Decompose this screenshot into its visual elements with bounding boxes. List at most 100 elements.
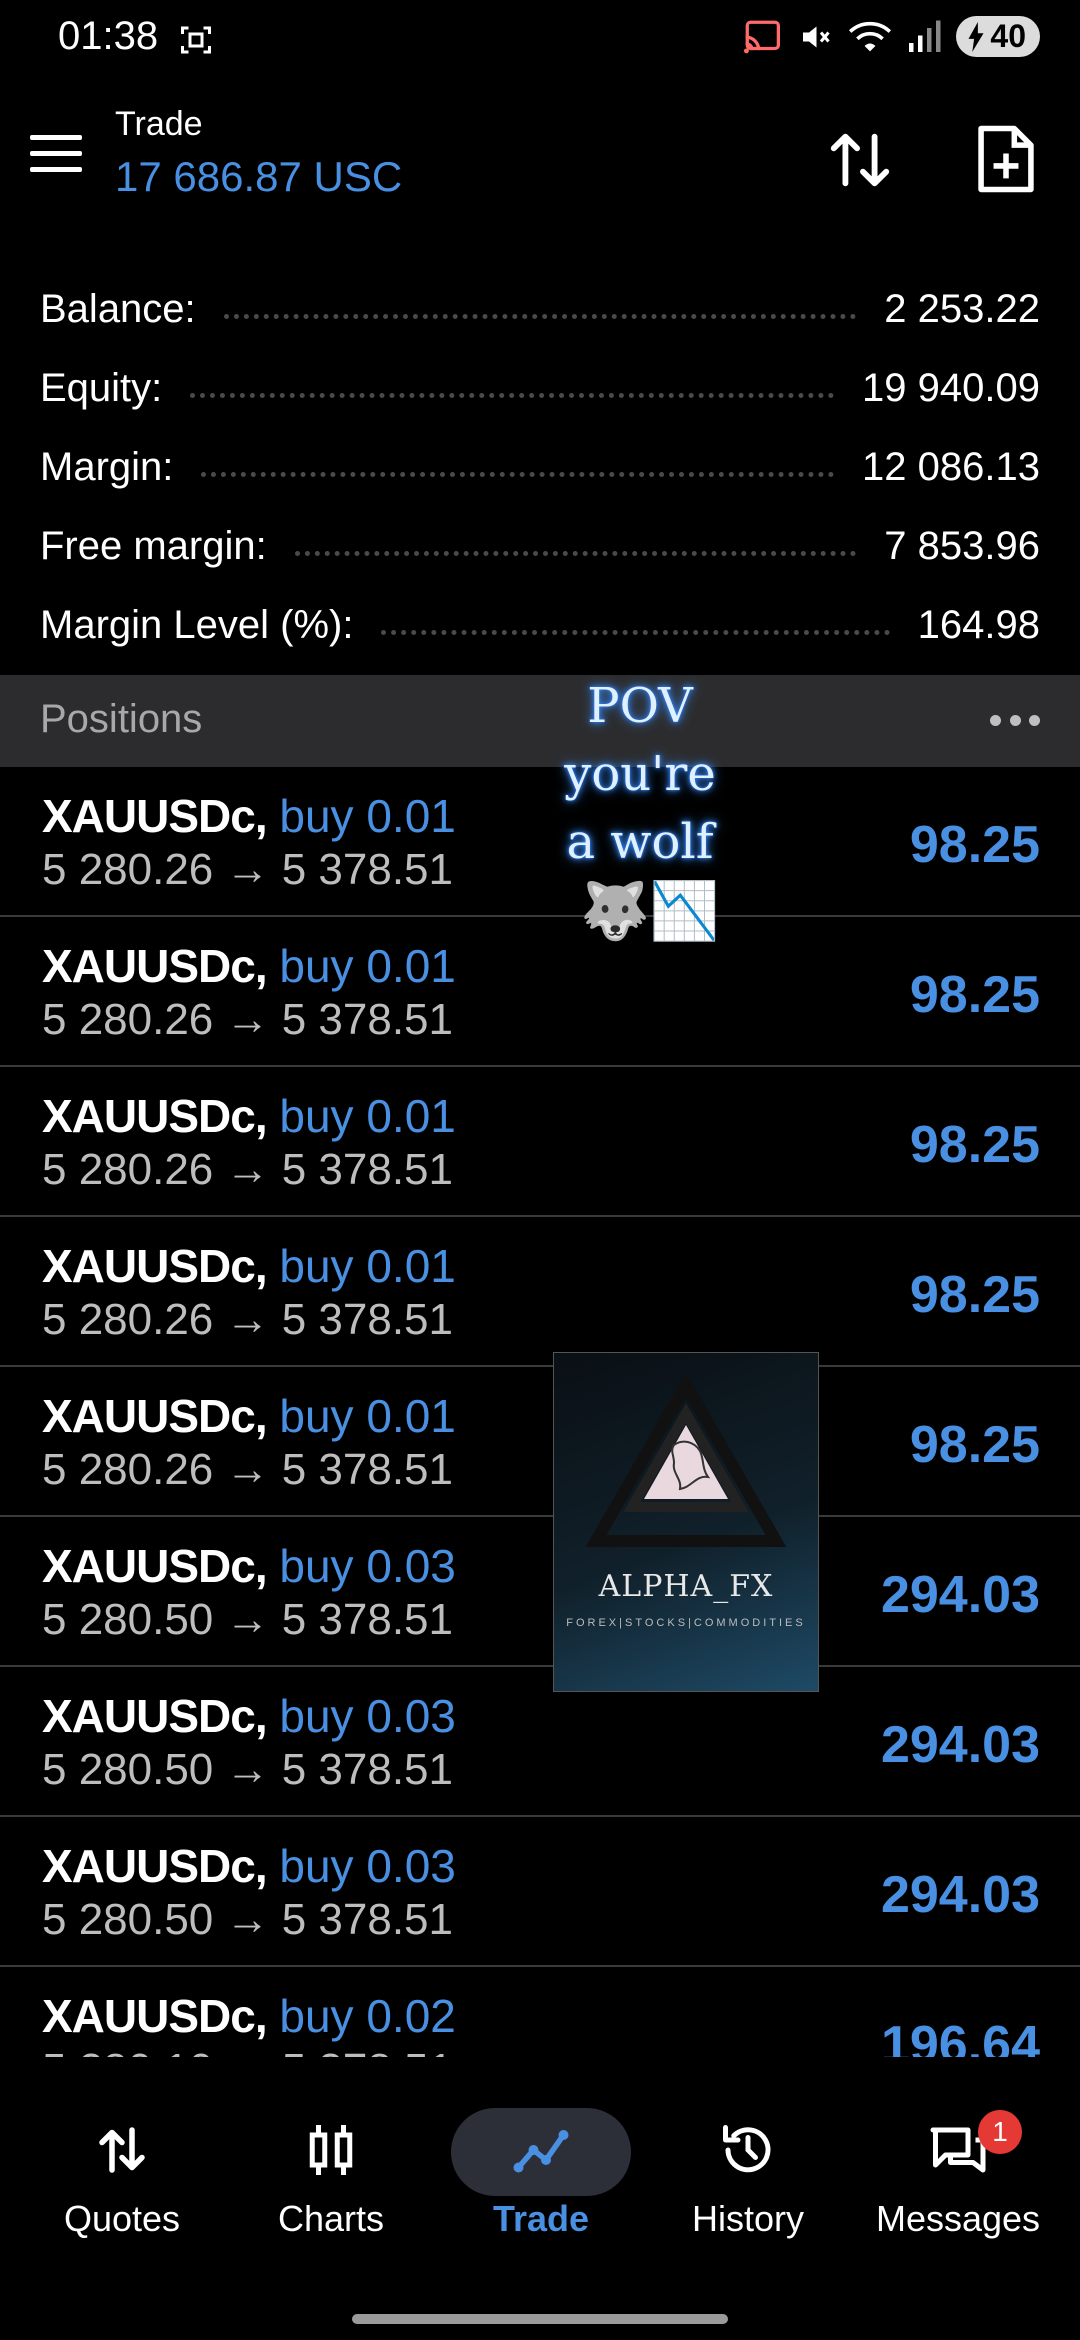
account-summary: Balance: 2 253.22 Equity: 19 940.09 Marg… xyxy=(0,270,1080,665)
position-profit: 98.25 xyxy=(909,966,1040,1024)
position-symbol: XAUUSDc, xyxy=(42,1990,268,2042)
nav-label: History xyxy=(691,2198,804,2239)
history-icon xyxy=(723,2125,771,2173)
nav-trade[interactable]: Trade xyxy=(441,2090,641,2280)
position-side: buy 0.03 xyxy=(279,1540,456,1592)
dot-leader xyxy=(201,471,835,477)
equity-label: Equity: xyxy=(40,366,163,410)
logo-tagline: FOREX|STOCKS|COMMODITIES xyxy=(566,1617,806,1629)
position-row[interactable]: XAUUSDc, buy 0.03 5 280.50 → 5 378.51 29… xyxy=(0,1517,1080,1667)
position-prices: 5 280.50 → 5 378.51 xyxy=(42,1895,453,1944)
position-profit: 98.25 xyxy=(909,1416,1040,1474)
margin-level-row: Margin Level (%): 164.98 xyxy=(0,586,1080,665)
dot-leader xyxy=(381,629,890,635)
wifi-icon xyxy=(849,21,892,51)
position-profit: 98.25 xyxy=(909,1116,1040,1174)
position-profit: 98.25 xyxy=(909,1266,1040,1324)
new-order-icon[interactable] xyxy=(975,123,1037,195)
position-prices: 5 280.26 → 5 378.51 xyxy=(42,1145,453,1194)
equity-row: Equity: 19 940.09 xyxy=(0,349,1080,428)
margin-level-value: 164.98 xyxy=(917,603,1040,647)
wolf-chart-emoji: 🐺📉 xyxy=(580,879,720,942)
nav-label: Charts xyxy=(277,2198,385,2239)
position-symbol: XAUUSDc, xyxy=(42,1240,268,1292)
caption-line: you're xyxy=(564,746,716,802)
app-header: Trade 17 686.87 USC xyxy=(0,95,1080,225)
caption-line: POV xyxy=(587,678,693,734)
cast-icon xyxy=(744,20,781,53)
position-prices: 5 280.26 → 5 378.51 xyxy=(42,995,453,1044)
charging-icon xyxy=(968,21,984,52)
dot-leader xyxy=(223,313,857,319)
position-side: buy 0.03 xyxy=(279,1840,456,1892)
equity-value: 19 940.09 xyxy=(862,366,1040,410)
position-side: buy 0.01 xyxy=(279,790,456,842)
position-row[interactable]: XAUUSDc, buy 0.03 5 280.50 → 5 378.51 29… xyxy=(0,1667,1080,1817)
position-prices: 5 280.50 → 5 378.51 xyxy=(42,1745,453,1794)
position-row[interactable]: XAUUSDc, buy 0.01 5 280.26 → 5 378.51 98… xyxy=(0,917,1080,1067)
margin-value: 12 086.13 xyxy=(862,445,1040,489)
account-equity: 17 686.87 USC xyxy=(115,153,403,200)
status-bar: 01:38 40 xyxy=(0,0,1080,80)
free-margin-row: Free margin: 7 853.96 xyxy=(0,507,1080,586)
position-side: buy 0.01 xyxy=(279,940,456,992)
menu-icon[interactable] xyxy=(30,135,82,175)
position-profit: 294.03 xyxy=(880,1866,1040,1924)
unread-badge: 1 xyxy=(978,2110,1022,2154)
battery-indicator: 40 xyxy=(956,16,1040,57)
nav-label: Messages xyxy=(875,2198,1041,2239)
charts-icon xyxy=(309,2125,353,2175)
position-row[interactable]: XAUUSDc, buy 0.01 5 280.26 → 5 378.51 98… xyxy=(0,1217,1080,1367)
signal-icon xyxy=(909,20,941,52)
free-margin-value: 7 853.96 xyxy=(884,524,1040,568)
nav-label: Quotes xyxy=(63,2198,181,2239)
position-side: buy 0.01 xyxy=(279,1090,456,1142)
trade-icon xyxy=(513,2130,569,2173)
dot-leader xyxy=(190,392,835,398)
margin-label: Margin: xyxy=(40,445,174,489)
nav-quotes[interactable]: Quotes xyxy=(22,2090,222,2280)
position-symbol: XAUUSDc, xyxy=(42,940,268,992)
nav-label: Trade xyxy=(492,2198,590,2239)
position-side: buy 0.02 xyxy=(279,1990,456,2042)
dot-leader xyxy=(294,550,857,556)
position-row[interactable]: XAUUSDc, buy 0.01 5 280.26 → 5 378.51 98… xyxy=(0,1067,1080,1217)
logo-name: ALPHA_FX xyxy=(598,1569,774,1604)
nav-messages[interactable]: 1 Messages xyxy=(858,2090,1058,2280)
position-prices: 5 280.26 → 5 378.51 xyxy=(42,1295,453,1344)
position-prices: 5 280.26 → 5 378.51 xyxy=(42,1445,453,1494)
balance-label: Balance: xyxy=(40,287,196,331)
position-row[interactable]: XAUUSDc, buy 0.03 5 280.50 → 5 378.51 29… xyxy=(0,1817,1080,1967)
position-side: buy 0.01 xyxy=(279,1240,456,1292)
balance-value: 2 253.22 xyxy=(884,287,1040,331)
position-prices: 5 280.10 → 5 378.51 xyxy=(42,2045,453,2057)
bottom-navigation: Quotes Charts Trade History 1 Messages xyxy=(0,2090,1080,2280)
sort-icon[interactable] xyxy=(825,125,895,195)
mute-icon xyxy=(803,26,831,47)
nav-history[interactable]: History xyxy=(648,2090,848,2280)
quotes-icon xyxy=(99,2127,145,2173)
status-icons: 40 xyxy=(742,16,1040,57)
page-title: Trade xyxy=(115,105,203,143)
position-profit: 98.25 xyxy=(909,816,1040,874)
position-symbol: XAUUSDc, xyxy=(42,1840,268,1892)
position-prices: 5 280.50 → 5 378.51 xyxy=(42,1595,453,1644)
position-symbol: XAUUSDc, xyxy=(42,1540,268,1592)
more-options-icon[interactable] xyxy=(990,705,1040,735)
alpha-fx-logo: ALPHA_FX FOREX|STOCKS|COMMODITIES xyxy=(553,1352,819,1692)
nav-charts[interactable]: Charts xyxy=(231,2090,431,2280)
free-margin-label: Free margin: xyxy=(40,524,267,568)
position-profit: 196.64 xyxy=(880,2016,1040,2057)
position-row[interactable]: XAUUSDc, buy 0.02 5 280.10 → 5 378.51 19… xyxy=(0,1967,1080,2057)
overlay-caption: POV you're a wolf xyxy=(540,672,740,876)
position-symbol: XAUUSDc, xyxy=(42,1090,268,1142)
position-side: buy 0.01 xyxy=(279,1390,456,1442)
status-time: 01:38 xyxy=(58,14,159,58)
home-indicator[interactable] xyxy=(352,2314,728,2324)
caption-line: a wolf xyxy=(566,814,714,870)
position-row[interactable]: XAUUSDc, buy 0.01 5 280.26 → 5 378.51 98… xyxy=(0,1367,1080,1517)
screenshot-icon xyxy=(181,26,211,54)
position-prices: 5 280.26 → 5 378.51 xyxy=(42,845,453,894)
position-side: buy 0.03 xyxy=(279,1690,456,1742)
positions-list[interactable]: XAUUSDc, buy 0.01 5 280.26 → 5 378.51 98… xyxy=(0,767,1080,2057)
